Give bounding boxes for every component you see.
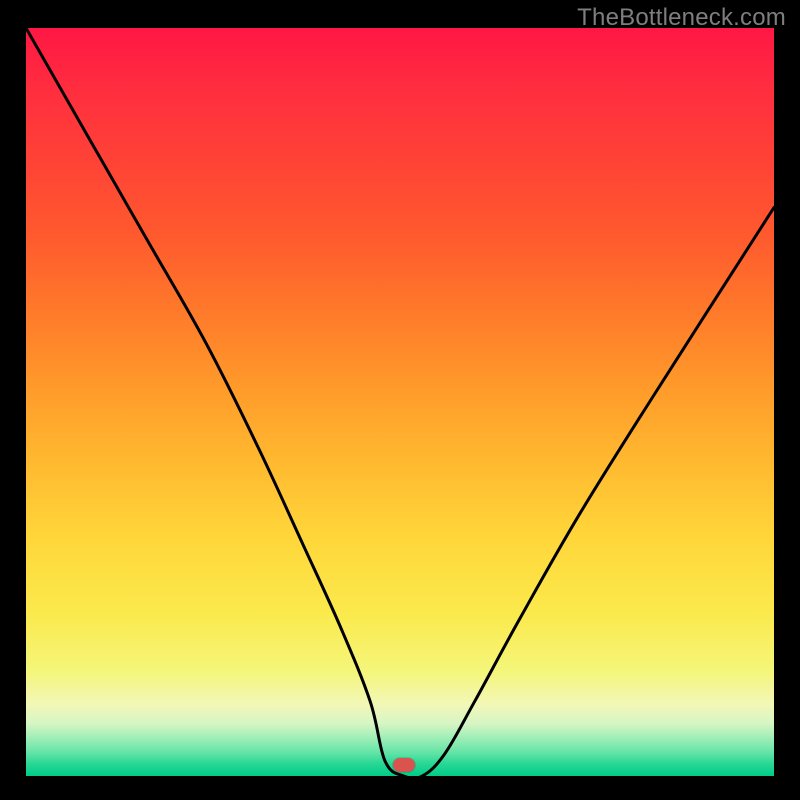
chart-frame: TheBottleneck.com <box>0 0 800 800</box>
plot-area <box>26 28 774 776</box>
min-marker <box>393 758 415 772</box>
bottleneck-curve <box>26 28 774 776</box>
watermark-text: TheBottleneck.com <box>577 4 786 32</box>
